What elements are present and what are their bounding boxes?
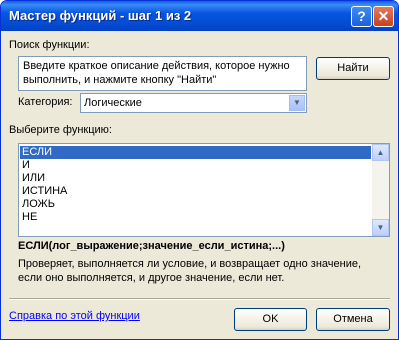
cancel-button[interactable]: Отмена: [316, 308, 390, 331]
ok-button[interactable]: OK: [234, 308, 307, 331]
search-label: Поиск функции:: [9, 39, 90, 51]
function-signature: ЕСЛИ(лог_выражение;значение_если_истина;…: [18, 240, 285, 252]
scrollbar[interactable]: ▲ ▼: [372, 144, 389, 236]
window-title: Мастер функций - шаг 1 из 2: [9, 8, 192, 23]
function-list[interactable]: ЕСЛИ И ИЛИ ИСТИНА ЛОЖЬ НЕ ▲ ▼: [18, 143, 390, 237]
help-link[interactable]: Справка по этой функции: [9, 310, 140, 322]
category-value: Логические: [84, 97, 142, 109]
category-select[interactable]: Логические ▼: [80, 93, 307, 113]
list-item[interactable]: ИСТИНА: [20, 185, 371, 198]
title-bar[interactable]: Мастер функций - шаг 1 из 2 ? ✕: [1, 1, 398, 31]
search-input[interactable]: Введите краткое описание действия, котор…: [18, 56, 307, 91]
list-item[interactable]: ИЛИ: [20, 172, 371, 185]
list-item[interactable]: И: [20, 159, 371, 172]
chevron-down-icon[interactable]: ▼: [289, 95, 305, 111]
list-item[interactable]: ЛОЖЬ: [20, 198, 371, 211]
close-button[interactable]: ✕: [373, 6, 394, 27]
function-wizard-dialog: Мастер функций - шаг 1 из 2 ? ✕ Поиск фу…: [0, 0, 399, 340]
function-description: Проверяет, выполняется ли условие, и воз…: [18, 258, 362, 284]
help-button[interactable]: ?: [351, 6, 372, 27]
list-item[interactable]: НЕ: [20, 211, 371, 224]
category-label: Категория:: [18, 96, 73, 108]
separator: [9, 298, 390, 300]
scroll-down-icon[interactable]: ▼: [372, 219, 389, 236]
scroll-up-icon[interactable]: ▲: [372, 144, 389, 161]
find-button[interactable]: Найти: [316, 57, 390, 80]
function-list-label: Выберите функцию:: [9, 124, 112, 136]
list-item[interactable]: ЕСЛИ: [20, 146, 371, 159]
